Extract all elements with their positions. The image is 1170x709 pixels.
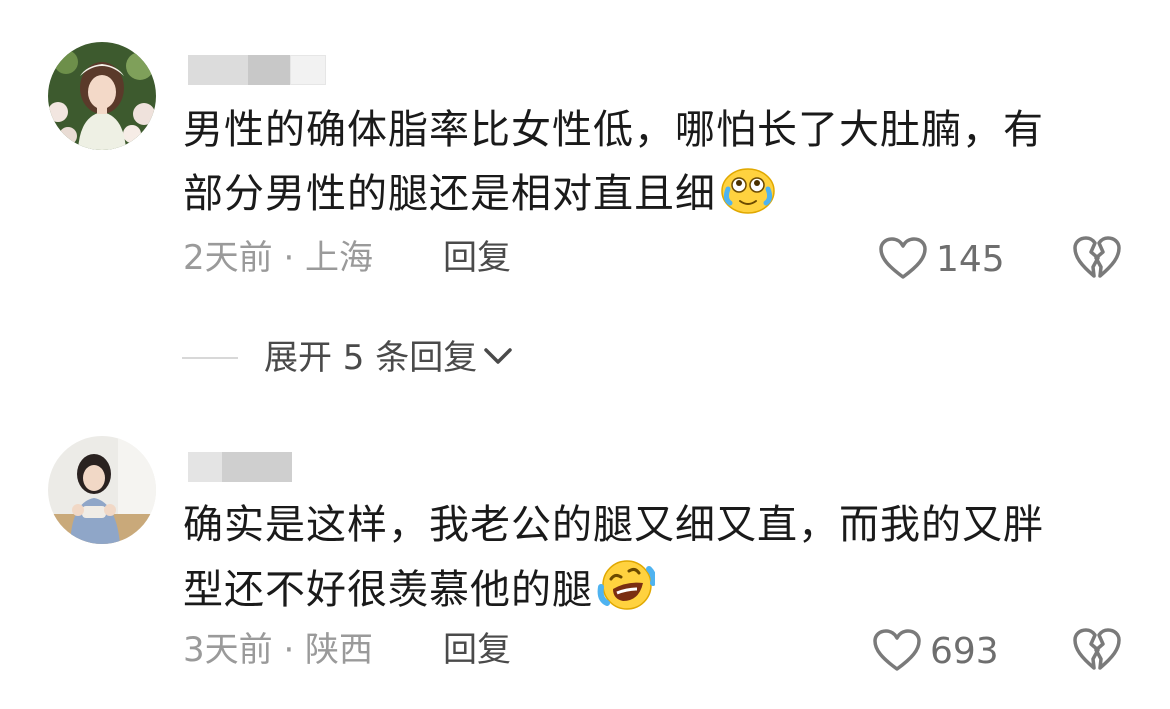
like-button[interactable]: 145 (878, 236, 1005, 284)
dislike-button[interactable] (1072, 626, 1122, 676)
comment-text: 男性的确体脂率比女性低，哪怕长了大肚腩，有 部分男性的腿还是相对直且细 (183, 98, 1133, 234)
comment-meta: 2天前 · 上海 (183, 238, 374, 278)
comment-meta: 3天前 · 陕西 (183, 630, 374, 670)
comment-text-line: 部分男性的腿还是相对直且细 (183, 162, 1133, 234)
like-button[interactable]: 693 (872, 628, 999, 676)
chevron-down-icon (483, 346, 513, 370)
expand-replies-button[interactable]: 展开 5 条回复 (182, 338, 513, 378)
heart-icon (878, 236, 928, 284)
broken-heart-icon (1072, 236, 1122, 284)
divider (182, 357, 238, 359)
broken-heart-icon (1072, 628, 1122, 676)
username-redacted (188, 452, 292, 482)
dislike-button[interactable] (1072, 234, 1122, 284)
comment-text: 确实是这样，我老公的腿又细又直，而我的又胖 型还不好很羡慕他的腿 (183, 493, 1133, 630)
rolling-laughing-emoji-icon (597, 557, 657, 630)
crying-laughing-emoji-icon (720, 163, 776, 234)
avatar[interactable] (48, 436, 156, 544)
username-redacted (188, 55, 326, 85)
reply-button[interactable]: 回复 (443, 630, 511, 670)
avatar[interactable] (48, 42, 156, 150)
like-count: 145 (936, 239, 1005, 280)
heart-icon (872, 628, 922, 676)
like-count: 693 (930, 631, 999, 672)
expand-replies-label: 展开 5 条回复 (264, 338, 478, 378)
comment-text-line: 确实是这样，我老公的腿又细又直，而我的又胖 (183, 502, 1044, 548)
reply-button[interactable]: 回复 (443, 238, 511, 278)
comment-text-line: 男性的确体脂率比女性低，哪怕长了大肚腩，有 (183, 107, 1044, 153)
comment-text-line: 型还不好很羡慕他的腿 (183, 557, 1133, 630)
